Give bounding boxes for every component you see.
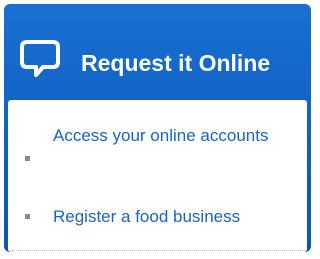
links-panel: Access your online accounts Register a f… [8, 100, 307, 252]
widget-header[interactable]: Request it Online [4, 4, 311, 96]
list-item: Register a food business [8, 205, 307, 235]
list-item: Access your online accounts [8, 124, 307, 180]
register-food-business-link[interactable]: Register a food business [53, 205, 293, 229]
request-online-widget: Request it Online Access your online acc… [4, 4, 311, 252]
divider [8, 250, 307, 251]
bullet-icon [25, 214, 30, 219]
widget-title: Request it Online [81, 50, 271, 76]
access-online-accounts-link[interactable]: Access your online accounts [53, 124, 293, 148]
bullet-icon [25, 156, 30, 161]
speech-bubble-icon [19, 38, 61, 80]
